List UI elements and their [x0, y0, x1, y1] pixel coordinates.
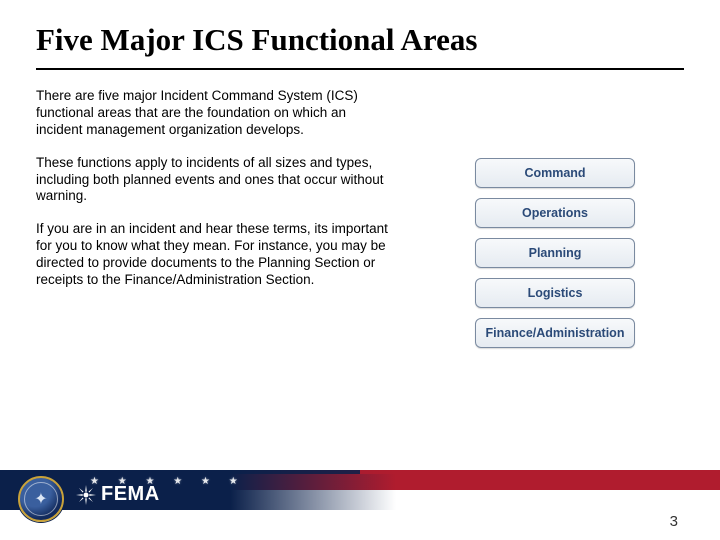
footer: ★ ★ ★ ★ ★ ★ ✦ FEMA 3 [0, 470, 720, 540]
dhs-seal-icon: ✦ [18, 476, 64, 522]
paragraph-3: If you are in an incident and hear these… [36, 221, 396, 289]
slide-title: Five Major ICS Functional Areas [0, 0, 720, 68]
fema-logo: FEMA [76, 483, 160, 506]
function-box-command: Command [475, 158, 635, 188]
content-area: There are five major Incident Command Sy… [0, 70, 720, 348]
function-box-planning: Planning [475, 238, 635, 268]
fema-burst-icon [76, 485, 96, 505]
paragraph-2: These functions apply to incidents of al… [36, 155, 396, 206]
function-box-operations: Operations [475, 198, 635, 228]
function-box-finance: Finance/Administration [475, 318, 635, 348]
body-text-column: There are five major Incident Command Sy… [36, 88, 396, 348]
functional-areas-column: Command Operations Planning Logistics Fi… [426, 88, 684, 348]
function-box-logistics: Logistics [475, 278, 635, 308]
paragraph-1: There are five major Incident Command Sy… [36, 88, 396, 139]
slide: Five Major ICS Functional Areas There ar… [0, 0, 720, 540]
slide-number: 3 [670, 513, 678, 530]
flag-top-stripe [0, 470, 720, 474]
fema-logo-text: FEMA [101, 483, 160, 506]
